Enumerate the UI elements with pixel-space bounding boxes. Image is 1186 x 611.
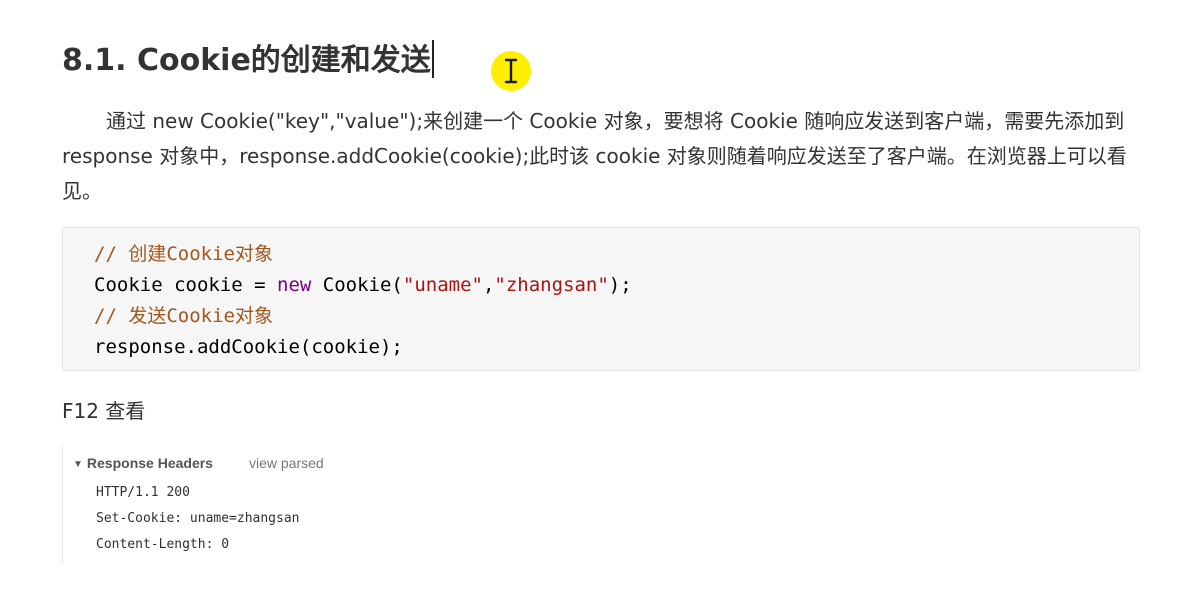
triangle-down-icon[interactable]: ▼ [73, 455, 83, 475]
code-text: , [482, 274, 495, 296]
code-line-3: // 发送Cookie对象 [94, 303, 273, 329]
cursor-highlight [491, 51, 531, 91]
section-heading: 8.1. Cookie的创建和发送 [62, 38, 434, 84]
code-line-4: response.addCookie(cookie); [94, 334, 403, 360]
code-text: Cookie cookie = [94, 274, 278, 296]
code-keyword: new [277, 274, 312, 296]
code-text: Cookie( [311, 274, 403, 296]
code-text: ); [608, 274, 632, 296]
code-line-1: // 创建Cookie对象 [94, 241, 273, 267]
response-headers-header[interactable]: ▼ Response Headers view parsed [73, 453, 324, 476]
header-line: Content-Length: 0 [96, 537, 230, 552]
code-block: // 创建Cookie对象 Cookie cookie = new Cookie… [62, 227, 1140, 371]
header-line: HTTP/1.1 200 [96, 485, 190, 500]
f12-label: F12 查看 [62, 399, 146, 423]
code-string: "zhangsan" [494, 274, 609, 296]
response-headers-title: Response Headers [86, 455, 213, 471]
ibeam-cursor-icon [504, 58, 518, 84]
code-text: response.addCookie(cookie); [94, 336, 403, 358]
body-paragraph: 通过 new Cookie("key","value");来创建一个 Cooki… [62, 109, 1127, 203]
code-comment: // 创建Cookie对象 [94, 243, 273, 265]
devtools-screenshot: ▼ Response Headers view parsed HTTP/1.1 20… [62, 446, 463, 564]
view-parsed-link[interactable]: view parsed [249, 453, 324, 473]
code-line-2: Cookie cookie = new Cookie("uname","zhan… [94, 272, 632, 298]
heading-text: 8.1. Cookie的创建和发送 [62, 43, 431, 78]
code-comment: // 发送Cookie对象 [94, 305, 273, 327]
header-line: Set-Cookie: uname=zhangsan [96, 511, 300, 526]
text-caret [431, 39, 434, 78]
code-string: "uname" [402, 274, 483, 296]
